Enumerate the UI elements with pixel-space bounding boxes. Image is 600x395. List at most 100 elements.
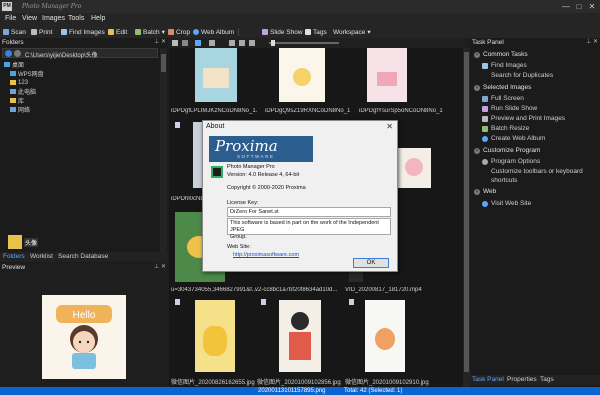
scroll-thumb[interactable] — [464, 52, 469, 372]
task-customize-toolbars[interactable]: Customize toolbars or keyboard — [491, 168, 583, 175]
section-selected-images[interactable]: ˄ Selected Images — [474, 84, 531, 91]
jpeg-note-line: This software is based in part on the wo… — [230, 220, 379, 233]
find-images-button[interactable]: Find Images — [61, 27, 105, 37]
menu-help[interactable]: Help — [91, 15, 105, 22]
pin-icon[interactable]: ⊥ ✕ — [154, 263, 166, 270]
selected-folder-icon[interactable] — [8, 235, 22, 249]
website-link[interactable]: http://proximasoftware.com — [233, 252, 299, 258]
menu-images[interactable]: Images — [42, 15, 65, 22]
sort-icon[interactable] — [195, 40, 201, 46]
workspace-dropdown[interactable]: Workspace ▾ — [333, 27, 371, 37]
folders-panel: Folders ⊥ ✕ C:\Users\yijie\Desktop\头像 桌面… — [0, 38, 168, 288]
task-search-duplicates[interactable]: Search for Duplicates — [491, 72, 553, 79]
edit-icon — [108, 29, 114, 35]
task-find-images[interactable]: Find Images — [482, 62, 527, 69]
copy-icon[interactable] — [239, 40, 245, 46]
pin-icon[interactable]: ⊥ ✕ — [586, 38, 598, 45]
slide-show-label: Slide Show — [270, 28, 303, 36]
zoom-slider[interactable] — [269, 42, 339, 44]
rotate-icon[interactable] — [209, 40, 215, 46]
task-label: Find Images — [491, 62, 527, 69]
crop-button[interactable]: Crop — [168, 27, 190, 37]
tree-item-desktop[interactable]: 桌面 — [4, 60, 44, 69]
tree-item-network[interactable]: 网络 — [4, 105, 44, 114]
view-thumbnails-icon[interactable] — [172, 40, 178, 46]
thumbnail-image[interactable] — [279, 48, 325, 102]
task-label: Program Options — [491, 158, 541, 165]
thumbnail-image[interactable] — [279, 300, 321, 372]
menu-file[interactable]: File — [5, 15, 16, 22]
web-album-button[interactable]: Web Album — [193, 27, 234, 37]
tab-task-panel[interactable]: Task Panel — [472, 376, 504, 383]
thumbnail-label: 微信图片_20200826162655.jpg — [171, 380, 255, 386]
dialog-title: About — [206, 123, 225, 130]
globe-icon — [482, 200, 488, 207]
task-batch-resize[interactable]: Batch Resize — [482, 125, 529, 132]
task-customize-shortcuts[interactable]: shortcuts — [491, 177, 517, 184]
tags-button[interactable]: Tags — [305, 27, 327, 37]
zoom-slider-thumb[interactable] — [271, 40, 275, 46]
forward-icon[interactable] — [14, 50, 21, 57]
task-visit-web-site[interactable]: Visit Web Site — [482, 200, 531, 207]
section-web[interactable]: ˄ Web — [474, 188, 496, 195]
folders-title: Folders — [2, 39, 24, 46]
thumbnail-image[interactable] — [367, 48, 407, 102]
pin-icon[interactable]: ⊥ ✕ — [154, 38, 166, 45]
tree-item-library[interactable]: 库 — [4, 96, 44, 105]
tree-item-this-pc[interactable]: 此电脑 — [4, 87, 44, 96]
thumbnail-image[interactable] — [195, 300, 235, 372]
slide-show-button[interactable]: Slide Show — [262, 27, 303, 37]
status-file-name: 20200113101157895.png — [258, 388, 326, 394]
path-bar[interactable]: C:\Users\yijie\Desktop\头像 — [2, 48, 158, 59]
scan-button[interactable]: Scan — [3, 27, 26, 37]
license-field[interactable]: DrZero For Sanet.st — [227, 207, 391, 217]
tree-item-123[interactable]: 123 — [4, 78, 44, 87]
section-customize-program[interactable]: ˄ Customize Program — [474, 147, 540, 154]
menu-tools[interactable]: Tools — [68, 15, 84, 22]
folder-icon — [10, 80, 16, 85]
minimize-button[interactable]: — — [560, 1, 572, 12]
thumbnail-image[interactable] — [397, 148, 431, 188]
maximize-button[interactable]: □ — [573, 1, 585, 12]
section-common-tasks[interactable]: ˄ Common Tasks — [474, 51, 528, 58]
tab-worklist[interactable]: Worklist — [30, 253, 53, 260]
proxima-logo: Proxima SOFTWARE — [209, 136, 313, 162]
ok-button[interactable]: OK — [353, 258, 389, 268]
task-preview-print[interactable]: Preview and Print Images — [482, 115, 565, 122]
task-program-options[interactable]: Program Options — [482, 158, 540, 165]
tree-label: WPS网盘 — [18, 72, 44, 78]
back-icon[interactable] — [5, 50, 12, 57]
thumbnail-image[interactable] — [195, 48, 237, 102]
website-label: Web Site: — [227, 244, 251, 250]
resize-icon — [482, 125, 488, 132]
globe-icon — [193, 29, 199, 35]
print-button[interactable]: Print — [31, 27, 52, 37]
task-panel-title: Task Panel — [472, 39, 504, 46]
tree-item-wps[interactable]: WPS网盘 — [4, 69, 44, 78]
thumbnail-label: iDPDhl0cN8 — [171, 196, 204, 202]
close-button[interactable]: ✕ — [586, 1, 598, 12]
thumbnail-image[interactable] — [365, 300, 405, 372]
scroll-thumb[interactable] — [161, 54, 166, 72]
paste-icon[interactable] — [249, 40, 255, 46]
batch-button[interactable]: Batch ▾ — [135, 27, 165, 37]
tab-properties[interactable]: Properties — [507, 376, 537, 383]
task-create-web-album[interactable]: Create Web Album — [482, 135, 545, 142]
status-total: Total: 42 (Selected: 1) — [344, 388, 403, 394]
grid-scrollbar[interactable] — [463, 48, 470, 387]
task-run-slide-show[interactable]: Run Slide Show — [482, 105, 537, 112]
section-label: Common Tasks — [483, 51, 528, 58]
close-icon[interactable]: ✕ — [386, 122, 393, 131]
logo-text: Proxima — [215, 137, 278, 155]
task-full-screen[interactable]: Full Screen — [482, 95, 524, 102]
tab-tags[interactable]: Tags — [540, 376, 554, 383]
product-name: Photo Manager Pro — [227, 164, 275, 170]
tab-folders[interactable]: Folders — [3, 253, 25, 260]
view-list-icon[interactable] — [182, 40, 188, 46]
tree-label: 网络 — [18, 108, 31, 114]
tab-search-database[interactable]: Search Database — [58, 253, 108, 260]
menu-view[interactable]: View — [22, 15, 37, 22]
preview-illustration: Hello — [56, 305, 112, 369]
edit-button[interactable]: Edit — [108, 27, 127, 37]
cut-icon[interactable] — [229, 40, 235, 46]
